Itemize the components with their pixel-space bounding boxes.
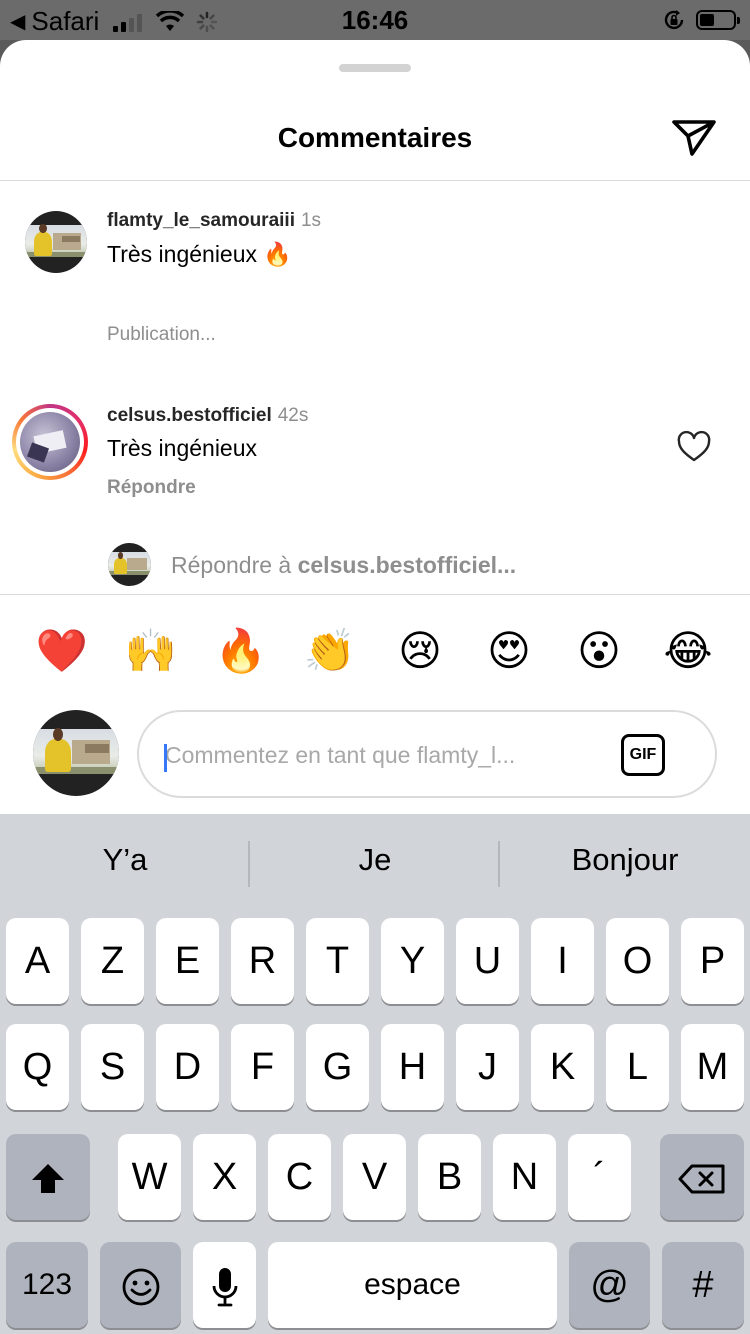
comments-list: flamty_le_samouraiii 1s Très ingénieux 🔥 … xyxy=(0,181,750,594)
key-t[interactable]: T xyxy=(306,918,369,1004)
gif-button[interactable]: GIF xyxy=(621,734,665,776)
key-r[interactable]: R xyxy=(231,918,294,1004)
key-acute-accent[interactable]: ´ xyxy=(568,1134,631,1220)
key-v[interactable]: V xyxy=(343,1134,406,1220)
status-bar: ◀ Safari 16:46 xyxy=(0,0,750,40)
key-b[interactable]: B xyxy=(418,1134,481,1220)
keyboard: Y’a Je Bonjour A Z E R T Y U I O P Q S D… xyxy=(0,814,750,1334)
key-x[interactable]: X xyxy=(193,1134,256,1220)
emoji-divider xyxy=(0,594,750,595)
key-m[interactable]: M xyxy=(681,1024,744,1110)
comment-username[interactable]: celsus.bestofficiel 42s xyxy=(107,405,308,427)
key-a[interactable]: A xyxy=(6,918,69,1004)
key-h[interactable]: H xyxy=(381,1024,444,1110)
key-g[interactable]: G xyxy=(306,1024,369,1110)
emoji-crying[interactable]: 😢 xyxy=(390,618,450,684)
avatar xyxy=(33,710,119,796)
hash-key[interactable]: # xyxy=(662,1242,744,1328)
emoji-clap[interactable]: 👏 xyxy=(300,618,360,684)
comment-time: 1s xyxy=(300,210,322,231)
comment-status: Publication... xyxy=(107,324,216,345)
paper-plane-icon[interactable] xyxy=(670,112,718,160)
backspace-key[interactable] xyxy=(660,1134,744,1220)
key-k[interactable]: K xyxy=(531,1024,594,1110)
suggestion[interactable]: Je xyxy=(250,842,500,878)
text-caret xyxy=(164,744,167,772)
sheet-grabber[interactable] xyxy=(339,64,411,72)
comment-username[interactable]: flamty_le_samouraiii 1s xyxy=(107,210,321,232)
key-c[interactable]: C xyxy=(268,1134,331,1220)
key-p[interactable]: P xyxy=(681,918,744,1004)
emoji-heart[interactable]: ❤️ xyxy=(32,618,92,684)
space-key[interactable]: espace xyxy=(268,1242,557,1328)
reply-prefix: Répondre à xyxy=(171,552,298,578)
comment-time: 42s xyxy=(277,405,309,426)
key-f[interactable]: F xyxy=(231,1024,294,1110)
suggestion[interactable]: Y’a xyxy=(0,842,250,878)
microphone-icon xyxy=(212,1267,237,1307)
comment-text: Très ingénieux 🔥 xyxy=(107,241,293,267)
avatar xyxy=(108,543,151,586)
shift-key[interactable] xyxy=(6,1134,90,1220)
reply-target: celsus.bestofficiel... xyxy=(297,552,517,578)
key-i[interactable]: I xyxy=(531,918,594,1004)
dictation-key[interactable] xyxy=(193,1242,256,1328)
status-time: 16:46 xyxy=(341,5,409,35)
at-key[interactable]: @ xyxy=(569,1242,650,1328)
comment-text: Très ingénieux xyxy=(107,435,258,461)
page-title: Commentaires xyxy=(277,122,473,153)
emoji-raising-hands[interactable]: 🙌 xyxy=(121,618,181,684)
key-u[interactable]: U xyxy=(456,918,519,1004)
key-z[interactable]: Z xyxy=(81,918,144,1004)
predictive-bar: Y’a Je Bonjour xyxy=(0,814,750,914)
emoji-quick-reactions: ❤️ 🙌 🔥 👏 😢 😍 😮 😂 xyxy=(0,618,750,686)
key-d[interactable]: D xyxy=(156,1024,219,1110)
backspace-icon xyxy=(678,1164,725,1194)
key-y[interactable]: Y xyxy=(381,918,444,1004)
numbers-key[interactable]: 123 xyxy=(6,1242,88,1328)
key-q[interactable]: Q xyxy=(6,1024,69,1110)
emoji-fire[interactable]: 🔥 xyxy=(211,618,271,684)
key-e[interactable]: E xyxy=(156,918,219,1004)
key-j[interactable]: J xyxy=(456,1024,519,1110)
emoji-laughing[interactable]: 😂 xyxy=(658,618,718,684)
key-n[interactable]: N xyxy=(493,1134,556,1220)
key-o[interactable]: O xyxy=(606,918,669,1004)
comment-input-placeholder: Commentez en tant que flamty_l... xyxy=(165,742,516,768)
key-l[interactable]: L xyxy=(606,1024,669,1110)
suggestion[interactable]: Bonjour xyxy=(500,842,750,878)
emoji-key[interactable] xyxy=(100,1242,181,1328)
shift-arrow-icon xyxy=(32,1163,64,1193)
emoji-heart-eyes[interactable]: 😍 xyxy=(479,618,539,684)
key-s[interactable]: S xyxy=(81,1024,144,1110)
reply-button[interactable]: Répondre xyxy=(107,477,196,499)
emoji-surprised[interactable]: 😮 xyxy=(569,618,629,684)
rotation-lock-icon xyxy=(664,10,684,30)
key-w[interactable]: W xyxy=(118,1134,181,1220)
heart-outline-icon[interactable] xyxy=(676,429,712,465)
comments-sheet: Commentaires flamty_le_samouraiii 1s Très… xyxy=(0,40,750,814)
comment-input[interactable]: Commentez en tant que flamty_l... GIF xyxy=(137,710,717,798)
battery-icon xyxy=(696,10,740,30)
story-ring-avatar[interactable] xyxy=(12,404,88,480)
avatar[interactable] xyxy=(25,211,87,273)
smiley-face-icon xyxy=(122,1268,159,1306)
